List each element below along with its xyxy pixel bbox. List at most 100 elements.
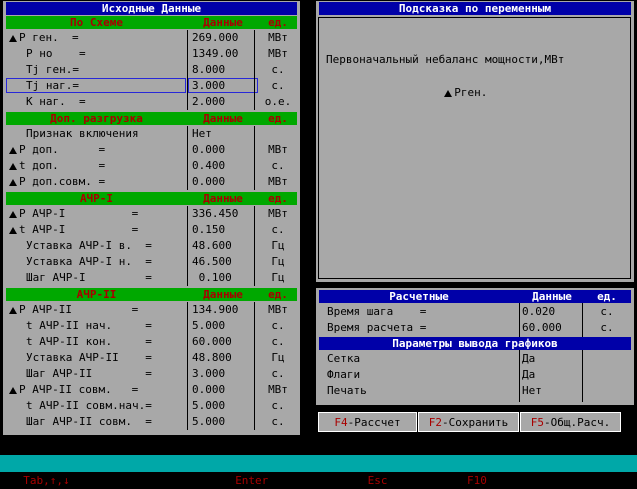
param-label: P доп.совм. = <box>9 174 105 190</box>
graph-divider-1 <box>519 350 520 402</box>
param-value[interactable]: 269.000 <box>192 30 238 46</box>
param-label-text: P доп. = <box>19 143 106 156</box>
column-divider <box>254 302 255 430</box>
param-value[interactable]: 134.900 <box>192 302 238 318</box>
param-value[interactable]: 0.000 <box>192 174 225 190</box>
param-value[interactable]: 1349.00 <box>192 46 238 62</box>
section-header-data: Данные <box>203 288 243 301</box>
param-value[interactable]: 5.000 <box>192 414 225 430</box>
graph-divider-2 <box>582 350 583 402</box>
calc-value[interactable]: 60.000 <box>522 320 562 336</box>
section-header: АЧР-I Данные ед. <box>6 192 297 205</box>
param-value[interactable]: 46.500 <box>192 254 232 270</box>
param-label-text: K наг. = <box>26 95 86 108</box>
param-unit: с. <box>271 79 285 92</box>
column-divider <box>187 126 188 190</box>
param-label: t АЧР-II совм.нач.= <box>26 398 152 414</box>
save-button[interactable]: F2-Сохранить <box>418 412 519 432</box>
param-label-text: Шаг АЧР-I = <box>26 271 152 284</box>
param-unit: Гц <box>271 271 285 284</box>
calculate-label: -Рассчет <box>347 416 401 429</box>
graph-param-label: Флаги <box>327 368 361 381</box>
section-header: По Схеме Данные ед. <box>6 16 297 29</box>
general-calc-button[interactable]: F5-Общ.Расч. <box>520 412 621 432</box>
param-label: P АЧР-II совм. = <box>9 382 138 398</box>
column-divider <box>187 30 188 110</box>
column-divider <box>254 126 255 190</box>
param-label: Шаг АЧР-I = <box>26 270 152 286</box>
param-unit: с. <box>271 335 285 348</box>
calc-label: Время шага = <box>327 305 427 318</box>
section-header-name: АЧР-II <box>76 288 117 301</box>
param-value[interactable]: 336.450 <box>192 206 238 222</box>
param-unit: МВт <box>268 143 288 156</box>
section-header-unit: ед. <box>268 288 288 301</box>
param-value[interactable]: 3.000 <box>192 78 225 94</box>
calc-row[interactable]: Время расчета = 60.000 с. <box>319 320 631 336</box>
param-label-text: Уставка АЧР-I н. = <box>26 255 152 268</box>
param-unit: МВт <box>268 383 288 396</box>
param-label: P ген. = <box>9 30 79 46</box>
section-header-data: Данные <box>203 16 243 29</box>
calculate-button[interactable]: F4-Рассчет <box>318 412 417 432</box>
param-value[interactable]: 48.800 <box>192 350 232 366</box>
param-unit: Гц <box>271 351 285 364</box>
param-unit: о.е. <box>264 95 292 108</box>
general-calc-label: -Общ.Расч. <box>544 416 611 429</box>
param-value[interactable]: 5.000 <box>192 318 225 334</box>
param-value[interactable]: 5.000 <box>192 398 225 414</box>
param-value[interactable]: 0.000 <box>192 142 225 158</box>
param-value[interactable]: 8.000 <box>192 62 225 78</box>
graph-param-row[interactable]: Флаги Да <box>319 367 631 383</box>
param-value[interactable]: 60.000 <box>192 334 232 350</box>
param-label: P АЧР-I = <box>9 206 138 222</box>
param-label-text: P доп.совм. = <box>19 175 106 188</box>
param-label-text: Признак включения <box>26 127 139 140</box>
param-label: t АЧР-II кон. = <box>26 334 152 350</box>
delta-icon <box>9 227 17 234</box>
param-label-text: Шаг АЧР-II совм. = <box>26 415 152 428</box>
param-label: Шаг АЧР-II = <box>26 366 152 382</box>
param-label-text: t АЧР-I = <box>19 223 139 236</box>
delta-icon <box>9 307 17 314</box>
section-header-unit: ед. <box>268 112 288 125</box>
param-label-text: P АЧР-II совм. = <box>19 383 139 396</box>
calc-divider-1 <box>519 303 520 337</box>
param-label: Шаг АЧР-II совм. = <box>26 414 152 430</box>
calc-row[interactable]: Время шага = 0.020 с. <box>319 304 631 320</box>
delta-icon <box>9 179 17 186</box>
calc-divider-2 <box>582 303 583 337</box>
param-value[interactable]: 0.100 <box>192 270 232 286</box>
delta-icon <box>9 35 17 42</box>
param-unit: МВт <box>268 31 288 44</box>
param-label: P АЧР-II = <box>9 302 138 318</box>
param-unit: МВт <box>268 47 288 60</box>
param-value[interactable]: 48.600 <box>192 238 232 254</box>
param-value[interactable]: Нет <box>192 126 212 142</box>
general-calc-key: F5 <box>530 416 544 429</box>
calc-unit: с. <box>600 305 614 318</box>
param-value[interactable]: 0.000 <box>192 382 225 398</box>
status-bar: Tab,↑,↓ - Переход по параметрам Enter - … <box>0 455 637 487</box>
param-label: P доп. = <box>9 142 105 158</box>
param-value[interactable]: 0.400 <box>192 158 225 174</box>
param-unit: МВт <box>268 175 288 188</box>
graph-param-row[interactable]: Печать Нет <box>319 383 631 399</box>
calc-label: Время расчета = <box>327 321 427 334</box>
param-value[interactable]: 3.000 <box>192 366 225 382</box>
delta-icon <box>9 147 17 154</box>
param-label-text: t АЧР-II совм.нач.= <box>26 399 152 412</box>
graph-param-value[interactable]: Да <box>522 351 535 367</box>
calc-unit: с. <box>600 321 614 334</box>
graph-param-value[interactable]: Да <box>522 367 535 383</box>
graph-param-value[interactable]: Нет <box>522 383 542 399</box>
graph-param-row[interactable]: Сетка Да <box>319 351 631 367</box>
param-unit: с. <box>271 399 285 412</box>
calc-value[interactable]: 0.020 <box>522 304 555 320</box>
delta-icon <box>9 387 17 394</box>
param-value[interactable]: 2.000 <box>192 94 225 110</box>
param-unit: с. <box>271 159 285 172</box>
param-value[interactable]: 0.150 <box>192 222 225 238</box>
graph-param-label: Печать <box>327 384 367 397</box>
section-header-data: Данные <box>203 112 243 125</box>
